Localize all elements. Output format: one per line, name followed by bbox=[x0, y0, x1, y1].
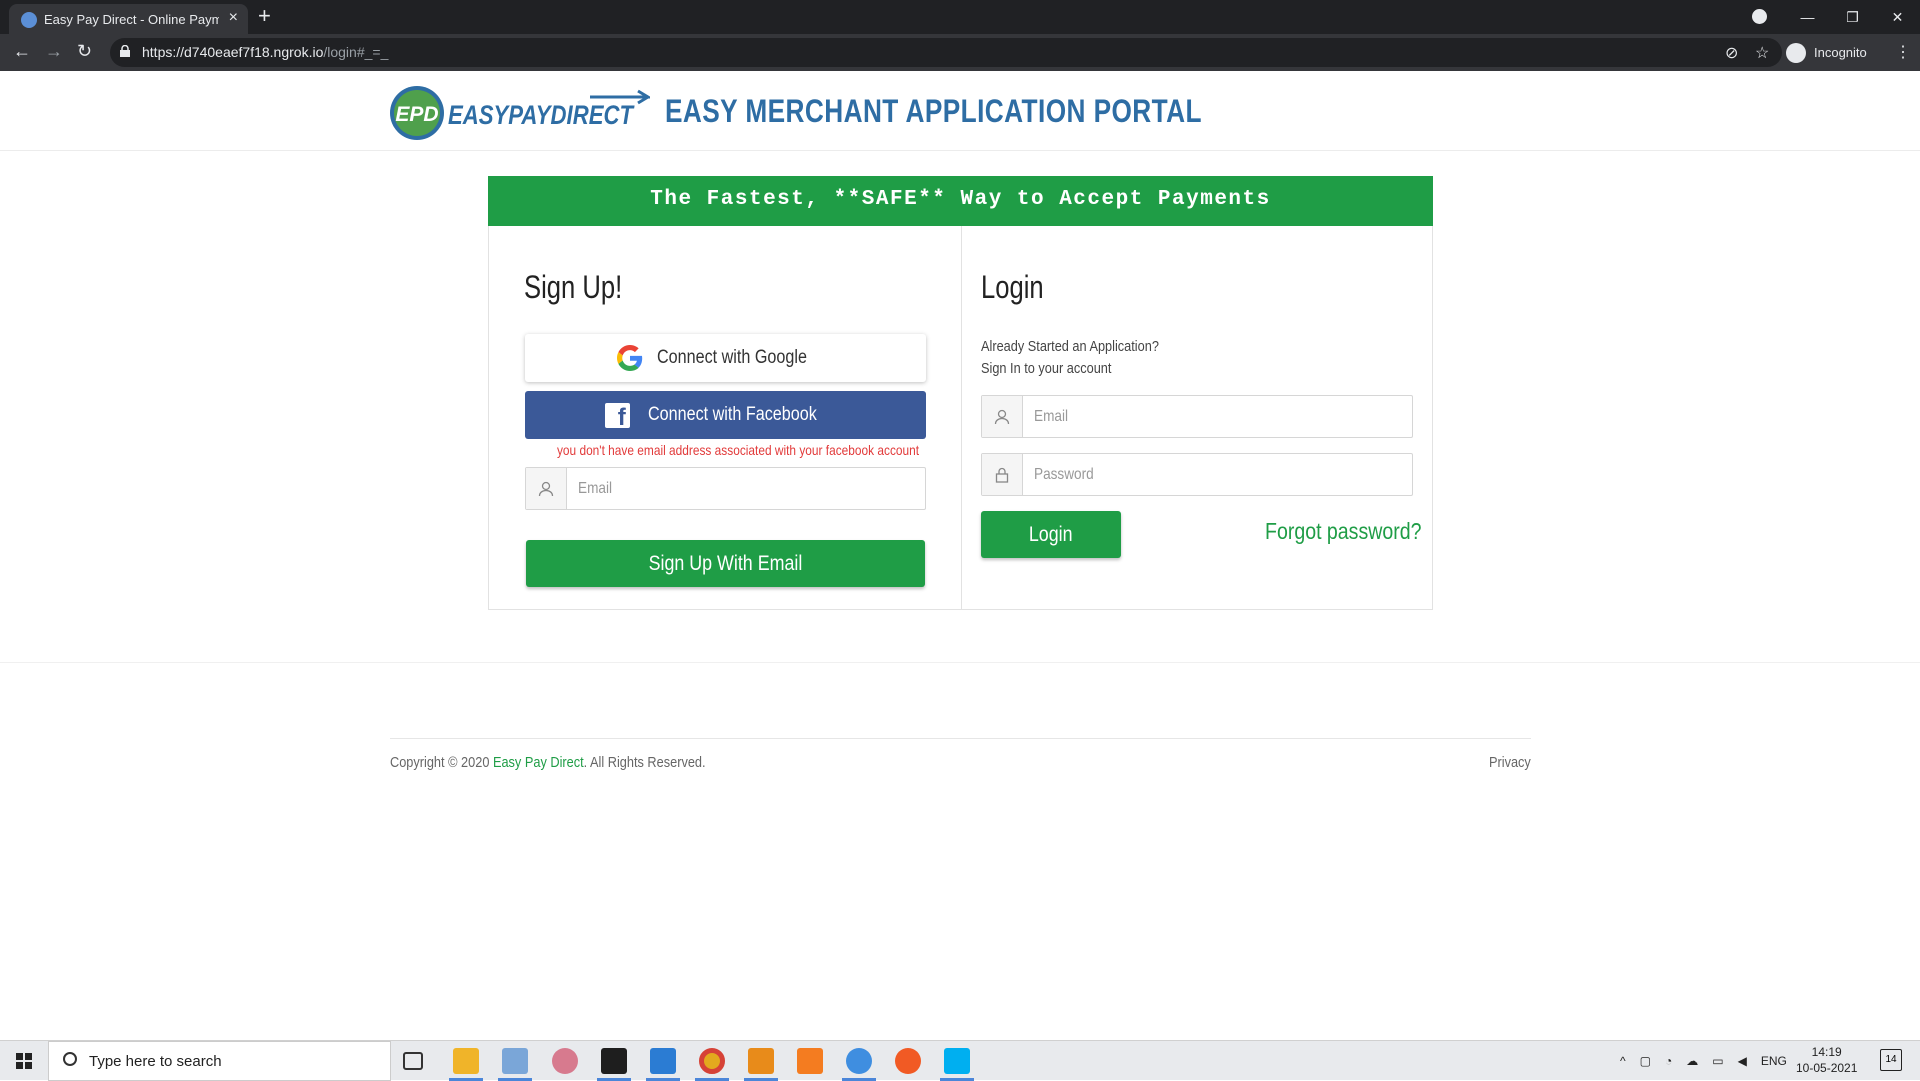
facebook-button-label: Connect with Facebook bbox=[647, 404, 817, 425]
incognito-label: Incognito bbox=[1814, 45, 1867, 60]
google-button-label: Connect with Google bbox=[657, 347, 808, 368]
company-link[interactable]: Easy Pay Direct bbox=[493, 754, 584, 771]
footer-divider bbox=[390, 738, 1531, 739]
signup-with-email-button[interactable]: Sign Up With Email bbox=[526, 540, 925, 587]
address-bar[interactable]: https://d740eaef7f18.ngrok.io/login#_=_ … bbox=[110, 38, 1782, 67]
clock-date: 10-05-2021 bbox=[1796, 1061, 1858, 1075]
tab-search-icon[interactable] bbox=[1752, 9, 1767, 24]
auth-panel: Sign Up! Connect with Google f Connect w… bbox=[488, 226, 1433, 610]
sublime-text-icon[interactable] bbox=[748, 1048, 774, 1074]
panel-divider bbox=[961, 226, 962, 610]
onedrive-icon[interactable]: ☁ bbox=[1686, 1054, 1698, 1068]
login-subtitle-line1: Already Started an Application? bbox=[981, 338, 1159, 355]
login-subtitle-line2: Sign In to your account bbox=[981, 360, 1112, 377]
notification-center-icon[interactable]: 14 bbox=[1880, 1049, 1902, 1071]
connect-google-button[interactable]: Connect with Google bbox=[525, 334, 926, 382]
privacy-link[interactable]: Privacy bbox=[1489, 754, 1538, 771]
vscode-icon[interactable] bbox=[650, 1048, 676, 1074]
forgot-password-link[interactable]: Forgot password? bbox=[1265, 518, 1421, 545]
login-password-field[interactable]: Password bbox=[981, 453, 1413, 496]
login-heading: Login bbox=[981, 269, 1044, 305]
battery-icon[interactable]: ▭ bbox=[1712, 1054, 1723, 1068]
snipping-tool-icon[interactable] bbox=[552, 1048, 578, 1074]
language-indicator[interactable]: ENG bbox=[1761, 1054, 1787, 1068]
system-tray: ^ ▢ ◔ ☁ ▭ ◀ ENG bbox=[1620, 1041, 1787, 1081]
skype-icon[interactable] bbox=[944, 1048, 970, 1074]
url-text: https://d740eaef7f18.ngrok.io/login#_=_ bbox=[142, 44, 389, 60]
chrome-icon[interactable] bbox=[699, 1048, 725, 1074]
signup-email-placeholder: Email bbox=[578, 480, 613, 497]
incognito-indicator[interactable]: Incognito bbox=[1786, 40, 1867, 65]
user-icon bbox=[526, 468, 567, 509]
lock-icon bbox=[982, 454, 1023, 495]
login-subtitle: Already Started an Application? Sign In … bbox=[981, 336, 1190, 380]
signup-heading: Sign Up! bbox=[524, 269, 623, 305]
svg-text:EPD: EPD bbox=[395, 103, 438, 126]
chevron-up-icon[interactable]: ^ bbox=[1620, 1054, 1626, 1068]
browser-tab-bar: Easy Pay Direct - Online Payment × + — ❐… bbox=[0, 0, 1920, 34]
taskbar-search-placeholder: Type here to search bbox=[89, 1053, 222, 1070]
site-header: EPD EASYPAYDIRECT EASY MERCHANT APPLICAT… bbox=[0, 71, 1920, 151]
bookmark-star-icon[interactable]: ☆ bbox=[1755, 43, 1769, 63]
svg-text:EASYPAYDIRECT: EASYPAYDIRECT bbox=[448, 100, 635, 130]
tab-title: Easy Pay Direct - Online Payment bbox=[44, 12, 219, 27]
user-icon bbox=[982, 396, 1023, 437]
close-tab-icon[interactable]: × bbox=[229, 9, 238, 27]
notification-count: 14 bbox=[1885, 1054, 1897, 1065]
file-explorer-icon[interactable] bbox=[453, 1048, 479, 1074]
browser-toolbar: ← → ↻ https://d740eaef7f18.ngrok.io/logi… bbox=[0, 34, 1920, 71]
windows-start-icon[interactable] bbox=[0, 1041, 48, 1081]
xampp-icon[interactable] bbox=[797, 1048, 823, 1074]
connect-facebook-button[interactable]: f Connect with Facebook bbox=[525, 391, 926, 439]
meet-now-icon[interactable]: ▢ bbox=[1640, 1054, 1651, 1068]
google-icon bbox=[617, 345, 643, 371]
notepad-icon[interactable] bbox=[502, 1048, 528, 1074]
signup-email-field[interactable]: Email bbox=[525, 467, 926, 510]
facebook-error-message: you don't have email address associated … bbox=[556, 442, 920, 458]
signup-button-label: Sign Up With Email bbox=[648, 551, 803, 575]
taskbar-search-box[interactable]: Type here to search bbox=[48, 1041, 391, 1081]
app-icon[interactable] bbox=[846, 1048, 872, 1074]
eye-off-icon[interactable]: ⊘ bbox=[1725, 43, 1738, 63]
login-button[interactable]: Login bbox=[981, 511, 1121, 558]
volume-icon[interactable]: ◀ bbox=[1738, 1054, 1747, 1068]
login-password-placeholder: Password bbox=[1034, 466, 1094, 483]
copyright-text: Copyright © 2020 Easy Pay Direct. All Ri… bbox=[390, 754, 706, 771]
login-button-label: Login bbox=[1029, 522, 1073, 546]
content-separator bbox=[0, 662, 1920, 663]
facebook-icon: f bbox=[604, 402, 630, 428]
windows-taskbar: Type here to search ^ ▢ ◔ ☁ ▭ ◀ ENG 14:1… bbox=[0, 1040, 1920, 1081]
site-favicon-icon bbox=[21, 12, 37, 28]
wifi-icon[interactable]: ◔ bbox=[1665, 1054, 1672, 1068]
new-tab-icon[interactable]: + bbox=[258, 3, 271, 29]
close-window-icon[interactable]: ✕ bbox=[1875, 0, 1920, 34]
postman-icon[interactable] bbox=[895, 1048, 921, 1074]
tagline-banner: The Fastest, **SAFE** Way to Accept Paym… bbox=[488, 176, 1433, 226]
login-email-field[interactable]: Email bbox=[981, 395, 1413, 438]
system-clock[interactable]: 14:19 10-05-2021 bbox=[1796, 1044, 1857, 1076]
task-view-icon[interactable] bbox=[403, 1052, 423, 1070]
web-page: EPD EASYPAYDIRECT EASY MERCHANT APPLICAT… bbox=[0, 71, 1920, 1040]
lock-icon bbox=[120, 45, 130, 57]
back-icon[interactable]: ← bbox=[13, 41, 31, 62]
browser-menu-icon[interactable]: ⋮ bbox=[1895, 42, 1911, 62]
minimize-icon[interactable]: — bbox=[1785, 0, 1830, 34]
portal-title: EASY MERCHANT APPLICATION PORTAL bbox=[665, 93, 1202, 129]
incognito-icon bbox=[1786, 42, 1806, 63]
search-icon bbox=[63, 1052, 77, 1066]
browser-tab[interactable]: Easy Pay Direct - Online Payment × bbox=[9, 4, 248, 34]
forward-icon[interactable]: → bbox=[45, 41, 63, 62]
clock-time: 14:19 bbox=[1811, 1045, 1842, 1059]
reload-icon[interactable]: ↻ bbox=[77, 41, 92, 62]
easypaydirect-logo[interactable]: EPD EASYPAYDIRECT bbox=[390, 83, 650, 143]
login-email-placeholder: Email bbox=[1034, 408, 1069, 425]
restore-icon[interactable]: ❐ bbox=[1830, 0, 1875, 34]
terminal-icon[interactable] bbox=[601, 1048, 627, 1074]
